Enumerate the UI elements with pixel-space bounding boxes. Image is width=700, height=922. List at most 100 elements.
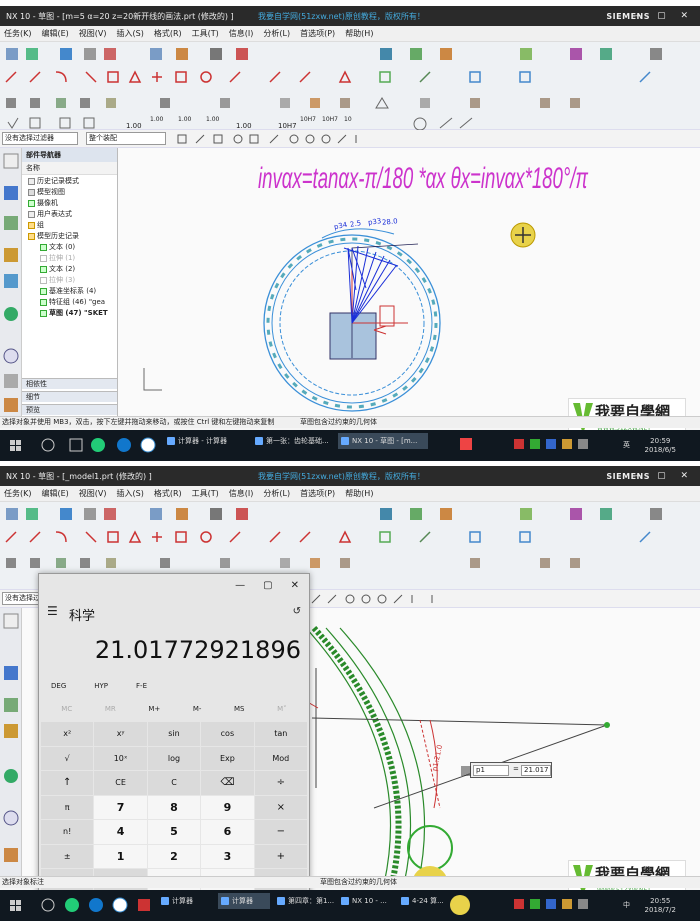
key-mod[interactable]: Mod xyxy=(254,746,307,770)
close-icon[interactable]: ✕ xyxy=(291,580,299,591)
nav-item-groups[interactable]: 组 xyxy=(22,219,117,230)
key-9[interactable]: 9 xyxy=(201,795,254,819)
tolerance-value-2[interactable]: 1.00 xyxy=(150,116,163,123)
nav-item-cameras[interactable]: 摄像机 xyxy=(22,197,117,208)
panel-details[interactable]: 细节 xyxy=(22,391,117,402)
key-negate[interactable]: ± xyxy=(41,844,94,868)
deg-button[interactable]: DEG xyxy=(51,682,66,690)
taskbar-pinned-icons[interactable] xyxy=(0,890,160,921)
navigator-column-name[interactable]: 名称 xyxy=(22,162,117,175)
tolerance-value-3[interactable]: 1.00 xyxy=(178,116,191,123)
window-controls[interactable]: — ▢ ✕ xyxy=(633,471,694,481)
task-ppt-gear-basics[interactable]: 第一张：齿轮基础... xyxy=(252,433,334,449)
m-minus-button[interactable]: M- xyxy=(193,705,202,713)
menu-insert[interactable]: 插入(S) xyxy=(117,28,144,39)
nav-item-user-expressions[interactable]: 用户表达式 xyxy=(22,208,117,219)
panel-dependencies[interactable]: 相依性 xyxy=(22,378,117,389)
nav-item-extrude-3[interactable]: 拉伸 (3) xyxy=(22,274,117,285)
menu-help[interactable]: 帮助(H) xyxy=(345,488,373,499)
menu-tools[interactable]: 工具(T) xyxy=(192,488,219,499)
tray-icons[interactable] xyxy=(450,430,600,461)
key-cos[interactable]: cos xyxy=(201,722,254,746)
panel-preview[interactable]: 预览 xyxy=(22,404,117,415)
menu-analysis[interactable]: 分析(L) xyxy=(263,488,290,499)
key-shift[interactable]: ↑ xyxy=(41,771,94,795)
key-3[interactable]: 3 xyxy=(201,844,254,868)
dimension-name-field[interactable]: p1 xyxy=(473,765,509,776)
key-7[interactable]: 7 xyxy=(94,795,147,819)
key-ten-power[interactable]: 10ˣ xyxy=(94,746,147,770)
key-sin[interactable]: sin xyxy=(147,722,201,746)
key-tan[interactable]: tan xyxy=(254,722,307,746)
window-controls[interactable]: — ▢ ✕ xyxy=(633,11,694,21)
key-ce[interactable]: CE xyxy=(94,771,147,795)
key-sqrt[interactable]: √ xyxy=(41,746,94,770)
nav-item-model-history[interactable]: 模型历史记录 xyxy=(22,230,117,241)
key-5[interactable]: 5 xyxy=(147,820,201,844)
nav-item-history-mode[interactable]: 历史记录模式 xyxy=(22,175,117,186)
tolerance-value-1[interactable]: 1.00 xyxy=(126,122,142,130)
menu-task[interactable]: 任务(K) xyxy=(4,488,32,499)
input-language[interactable]: 英 xyxy=(623,440,630,450)
key-backspace[interactable]: ⌫ xyxy=(201,771,254,795)
input-language[interactable]: 中 xyxy=(623,900,630,910)
system-clock[interactable]: 20:55 2018/7/2 xyxy=(645,897,676,915)
key-log[interactable]: log xyxy=(147,746,201,770)
key-square[interactable]: x² xyxy=(41,722,94,746)
key-c[interactable]: C xyxy=(147,771,201,795)
key-6[interactable]: 6 xyxy=(201,820,254,844)
key-exp[interactable]: Exp xyxy=(201,746,254,770)
task-video-4-24[interactable]: 4-24 算... xyxy=(398,893,448,909)
task-nx10[interactable]: NX 10 - 草图 - [m... xyxy=(338,433,428,449)
mr-button[interactable]: MR xyxy=(105,705,116,713)
key-divide[interactable]: ÷ xyxy=(254,771,307,795)
selection-filter-select[interactable]: 没有选择过滤器 xyxy=(2,132,78,145)
dimension-value-field[interactable]: 21.017 xyxy=(521,765,551,776)
assembly-scope-select[interactable]: 整个装配 xyxy=(86,132,166,145)
resource-bar-icons[interactable] xyxy=(0,148,22,416)
key-minus[interactable]: − xyxy=(254,820,307,844)
nav-item-feature-group[interactable]: 特征组 (46) "gea xyxy=(22,296,117,307)
key-plus[interactable]: + xyxy=(254,844,307,868)
task-calculator[interactable]: 计算器 - 计算器 xyxy=(164,433,246,449)
key-factorial[interactable]: n! xyxy=(41,820,94,844)
menu-preferences[interactable]: 首选项(P) xyxy=(300,488,335,499)
menu-help[interactable]: 帮助(H) xyxy=(345,28,373,39)
hyp-button[interactable]: HYP xyxy=(94,682,108,690)
snap-icons[interactable] xyxy=(310,592,460,606)
system-clock[interactable]: 20:59 2018/6/5 xyxy=(645,437,676,455)
tray-icons[interactable] xyxy=(450,890,600,921)
key-multiply[interactable]: × xyxy=(254,795,307,819)
key-power[interactable]: xʸ xyxy=(94,722,147,746)
menu-format[interactable]: 格式(R) xyxy=(154,488,182,499)
menu-info[interactable]: 信息(I) xyxy=(229,28,254,39)
maximize-icon[interactable]: ▢ xyxy=(263,580,272,591)
fit-value-4[interactable]: 10 xyxy=(344,116,352,123)
history-icon[interactable]: ↺ xyxy=(293,606,301,617)
snap-icons[interactable] xyxy=(176,132,376,146)
menu-insert[interactable]: 插入(S) xyxy=(117,488,144,499)
fit-value-3[interactable]: 10H7 xyxy=(322,116,338,123)
menu-task[interactable]: 任务(K) xyxy=(4,28,32,39)
menu-view[interactable]: 视图(V) xyxy=(79,488,107,499)
menu-analysis[interactable]: 分析(L) xyxy=(263,28,290,39)
nav-item-model-views[interactable]: 模型视图 xyxy=(22,186,117,197)
fe-button[interactable]: F-E xyxy=(136,682,147,690)
minimize-icon[interactable]: — xyxy=(235,580,245,591)
nav-item-text-0[interactable]: 文本 (0) xyxy=(22,241,117,252)
task-calculator-1[interactable]: 计算器 xyxy=(158,893,214,909)
fit-value-1[interactable]: 10H7 xyxy=(278,122,297,130)
menu-tools[interactable]: 工具(T) xyxy=(192,28,219,39)
task-calculator-2[interactable]: 计算器 xyxy=(218,893,270,909)
tolerance-value-5[interactable]: 1.00 xyxy=(236,122,252,130)
mc-button[interactable]: MC xyxy=(61,705,72,713)
taskbar-pinned-icons[interactable] xyxy=(0,430,160,461)
key-2[interactable]: 2 xyxy=(147,844,201,868)
menu-info[interactable]: 信息(I) xyxy=(229,488,254,499)
nav-item-extrude-1[interactable]: 拉伸 (1) xyxy=(22,252,117,263)
nav-item-sketch-47[interactable]: 草图 (47) "SKET xyxy=(22,307,117,318)
task-ppt-chapter4[interactable]: 第四章：第1... xyxy=(274,893,334,909)
hamburger-menu-icon[interactable]: ☰ xyxy=(47,604,58,618)
menu-format[interactable]: 格式(R) xyxy=(154,28,182,39)
nav-item-text-2[interactable]: 文本 (2) xyxy=(22,263,117,274)
